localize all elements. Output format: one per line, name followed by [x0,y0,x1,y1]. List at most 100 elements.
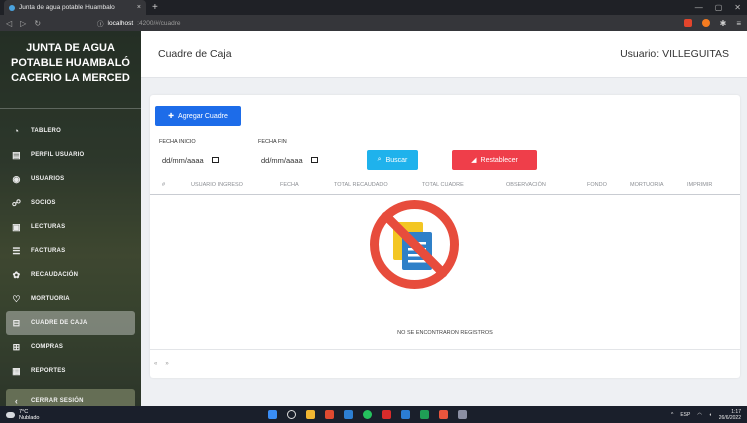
menu-icon[interactable]: ≡ [736,19,741,28]
user-label: Usuario: VILLEGUITAS [620,48,729,60]
add-cuadre-label: Agregar Cuadre [178,112,228,120]
vscode-icon[interactable] [344,410,353,419]
clock[interactable]: 1:17 26/6/2022 [719,409,741,421]
heart-icon: ♡ [12,293,21,304]
address-bar: ◁ ▷ ↻ ⓘ localhost:4200/#/cuadre ✱ ≡ [0,15,747,31]
sidebar-item-label: PERFIL USUARIO [31,152,85,158]
sidebar-item-tablero[interactable]: ◔ TABLERO [6,119,135,143]
id-card-icon: ▤ [12,149,21,160]
window-controls: — ▢ ✕ [695,3,747,12]
cash-register-icon: ⊟ [12,317,21,328]
logout-label: CERRAR SESIÓN [31,398,84,404]
wifi-icon[interactable]: ◠ [697,412,701,418]
purchases-icon: ⊞ [12,341,21,352]
end-date-input[interactable]: dd/mm/aaaa [258,151,318,169]
sidebar-item-lecturas[interactable]: ▣ LECTURAS [6,215,135,239]
collection-icon: ✿ [12,269,21,280]
search-button[interactable]: ⌕ Buscar [367,150,418,170]
sidebar-item-label: SOCIOS [31,200,56,206]
column-header: OBSERVACIÓN [506,181,546,188]
tab-close-icon[interactable]: × [137,4,141,11]
calendar-icon[interactable] [310,157,318,163]
sidebar-item-label: RECAUDACIÓN [31,272,79,278]
chevron-up-icon[interactable]: ^ [671,412,673,418]
browser-tab[interactable]: Junta de agua potable Huambalo × [4,0,146,15]
reset-label: Restablecer [480,156,518,164]
sidebar-item-perfil-usuario[interactable]: ▤ PERFIL USUARIO [6,143,135,167]
column-header: FECHA [280,181,299,188]
no-records-icon [370,200,459,289]
page-prev-button[interactable]: « [154,361,157,367]
sidebar-item-label: USUARIOS [31,176,65,182]
app-icon[interactable] [458,410,467,419]
rewards-icon[interactable] [701,19,710,27]
taskbar-apps [268,410,467,419]
meter-icon: ▣ [12,221,21,232]
invoice-icon: ☰ [12,245,21,256]
users-icon: ◉ [12,173,21,184]
excel-icon[interactable] [420,410,429,419]
page-next-button[interactable]: » [165,361,168,367]
browser-icon[interactable] [325,410,334,419]
weather-widget[interactable]: 7°C Nublado [6,409,40,421]
site-info-icon[interactable]: ⓘ [97,18,104,28]
sidebar-item-recaudacion[interactable]: ✿ RECAUDACIÓN [6,263,135,287]
search-icon: ⌕ [377,156,382,163]
cloud-icon [6,411,15,418]
forward-icon[interactable]: ▷ [20,19,26,28]
favicon-icon [9,4,15,11]
powerpoint-icon[interactable] [439,410,448,419]
system-tray: ^ ESP ◠ ◖ 1:17 26/6/2022 [671,409,741,421]
volume-icon[interactable]: ◖ [709,412,712,418]
url-host: localhost [107,19,134,27]
empty-message: NO SE ENCONTRARON REGISTROS [397,330,493,336]
column-header: FONDO [587,181,607,188]
sidebar-item-cuadre-de-caja[interactable]: ⊟ CUADRE DE CAJA [6,311,135,335]
sidebar-item-facturas[interactable]: ☰ FACTURAS [6,239,135,263]
cash-balance-card: ✚ Agregar Cuadre FECHA INICIO dd/mm/aaaa… [150,95,740,378]
maximize-icon[interactable]: ▢ [715,3,723,12]
dashboard-icon: ◔ [13,126,20,136]
reset-button[interactable]: ◢ Restablecer [452,150,537,170]
extensions-icon[interactable]: ✱ [720,19,727,28]
calendar-icon[interactable] [211,157,219,163]
whatsapp-icon[interactable] [363,410,372,419]
sidebar-item-usuarios[interactable]: ◉ USUARIOS [6,167,135,191]
sidebar-item-compras[interactable]: ⊞ COMPRAS [6,335,135,359]
sidebar-item-mortuoria[interactable]: ♡ MORTUORIA [6,287,135,311]
browser-tab-bar: Junta de agua potable Huambalo × + — ▢ ✕ [0,0,747,15]
brave-shield-icon[interactable] [683,19,692,27]
column-header: TOTAL RECAUDADO [334,181,388,188]
start-icon[interactable] [268,410,277,419]
url-field[interactable]: ⓘ localhost:4200/#/cuadre [97,18,181,29]
plus-icon: ✚ [168,113,175,120]
sidebar-item-label: MORTUORIA [31,296,70,302]
column-header: MORTUORIA [630,181,664,188]
sidebar-item-reportes[interactable]: ▦ REPORTES [6,359,135,383]
sidebar-item-socios[interactable]: ☍ SOCIOS [6,191,135,215]
clock-date: 26/6/2022 [718,414,741,421]
page-header: Cuadre de Caja Usuario: VILLEGUITAS [141,31,747,78]
file-explorer-icon[interactable] [306,410,315,419]
app-icon[interactable] [382,410,391,419]
start-date-input[interactable]: dd/mm/aaaa [159,151,219,169]
end-date-placeholder: dd/mm/aaaa [261,155,303,165]
add-cuadre-button[interactable]: ✚ Agregar Cuadre [155,106,241,126]
reload-icon[interactable]: ↻ [34,19,41,28]
back-icon[interactable]: ◁ [6,19,12,28]
table-header: # USUARIO INGRESO FECHA TOTAL RECAUDADO … [150,175,740,195]
search-icon[interactable] [287,410,296,419]
column-header: # [162,181,166,188]
close-window-icon[interactable]: ✕ [734,3,741,12]
column-header: IMPRIMIR [687,181,713,188]
minimize-icon[interactable]: — [695,3,703,12]
sidebar-item-label: CUADRE DE CAJA [31,320,88,326]
sidebar-item-label: LECTURAS [31,224,66,230]
word-icon[interactable] [401,410,410,419]
chevron-left-icon: ‹ [14,396,19,406]
tab-title: Junta de agua potable Huambalo [19,4,115,11]
language-indicator[interactable]: ESP [680,412,690,418]
new-tab-button[interactable]: + [152,2,158,13]
eraser-icon: ◢ [471,157,477,164]
search-label: Buscar [385,156,408,164]
